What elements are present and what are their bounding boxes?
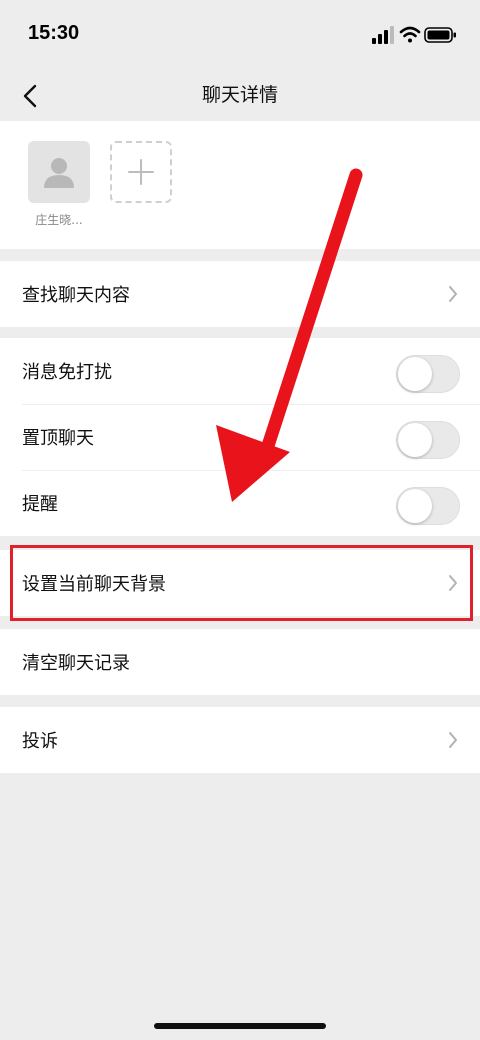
add-member-button[interactable] [110, 141, 172, 203]
nav-bar: 聊天详情 [0, 70, 480, 120]
status-icons [372, 24, 458, 46]
search-group: 查找聊天内容 [0, 261, 480, 327]
row-label: 消息免打扰 [22, 362, 112, 383]
row-label: 设置当前聊天背景 [22, 574, 166, 595]
clear-chat-history-row[interactable]: 清空聊天记录 [0, 629, 480, 695]
avatar[interactable] [28, 141, 90, 203]
page-title: 聊天详情 [201, 84, 278, 106]
toggle-knob [398, 423, 432, 457]
pin-chat-toggle[interactable] [396, 421, 460, 459]
signal-icon [372, 26, 394, 44]
toggle-knob [398, 357, 432, 391]
row-label: 提醒 [22, 494, 58, 515]
pin-chat-row: 置顶聊天 [0, 404, 480, 470]
status-time: 15:30 [28, 22, 80, 44]
row-label: 清空聊天记录 [22, 653, 130, 674]
row-label: 投诉 [22, 731, 58, 752]
background-group: 设置当前聊天背景 [0, 550, 480, 616]
home-indicator [154, 1023, 326, 1029]
row-label: 置顶聊天 [22, 428, 94, 449]
plus-icon [128, 159, 154, 185]
battery-icon [424, 27, 456, 43]
chevron-right-icon [449, 732, 457, 748]
wifi-icon [399, 26, 421, 43]
mute-notifications-toggle[interactable] [396, 355, 460, 393]
toggle-group: 消息免打扰 置顶聊天 提醒 [0, 338, 480, 536]
chevron-right-icon [449, 286, 457, 302]
person-placeholder-icon [44, 158, 74, 188]
members-card: 庄生晓... [0, 121, 480, 249]
chevron-right-icon [449, 575, 457, 591]
reminder-row: 提醒 [0, 470, 480, 536]
complaint-group: 投诉 [0, 707, 480, 773]
reminder-toggle[interactable] [396, 487, 460, 525]
member-item[interactable]: 庄生晓... [28, 141, 90, 228]
status-bar: 15:30 [0, 0, 480, 70]
mute-notifications-row: 消息免打扰 [0, 338, 480, 404]
chat-details-screen: 15:30 聊天详情 庄生晓... 查找聊天内容 消息免打扰 置顶聊天 提醒 设… [0, 0, 480, 1040]
search-chat-content-row[interactable]: 查找聊天内容 [0, 261, 480, 327]
toggle-knob [398, 489, 432, 523]
complaint-row[interactable]: 投诉 [0, 707, 480, 773]
set-chat-background-row[interactable]: 设置当前聊天背景 [0, 550, 480, 616]
row-label: 查找聊天内容 [22, 285, 130, 306]
member-name: 庄生晓... [35, 213, 83, 227]
clear-history-group: 清空聊天记录 [0, 629, 480, 695]
